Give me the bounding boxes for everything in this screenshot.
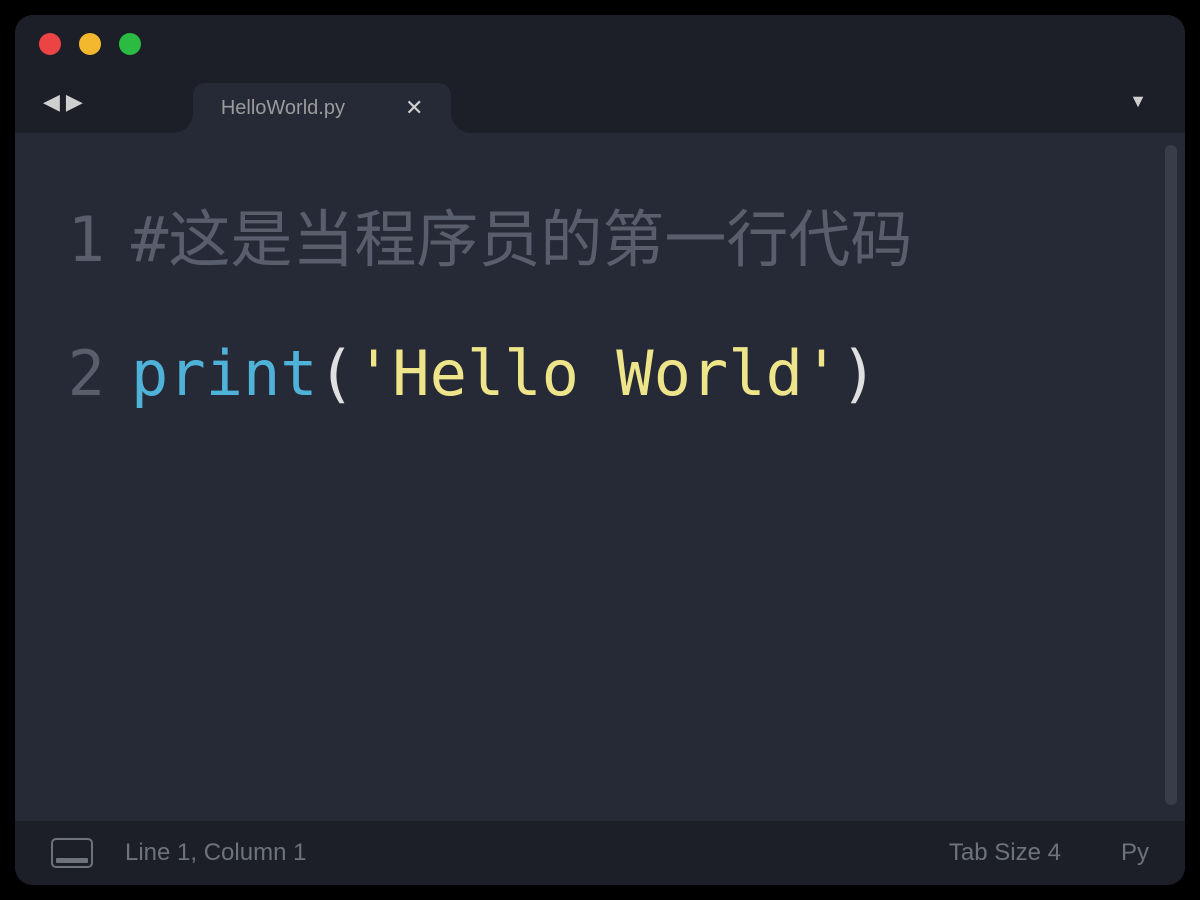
code-content: print('Hello World') bbox=[131, 337, 878, 411]
nav-forward-icon[interactable]: ▶ bbox=[66, 89, 83, 115]
line-number: 1 bbox=[45, 203, 105, 277]
string-token: 'Hello World' bbox=[355, 337, 840, 410]
cursor-position[interactable]: Line 1, Column 1 bbox=[125, 839, 306, 867]
close-window-button[interactable] bbox=[39, 33, 61, 55]
close-tab-icon[interactable]: ✕ bbox=[405, 95, 423, 121]
nav-arrows: ◀ ▶ bbox=[35, 89, 83, 133]
keyword-token: print bbox=[131, 337, 318, 410]
titlebar bbox=[15, 15, 1185, 73]
panel-toggle-icon[interactable] bbox=[51, 838, 93, 868]
code-line: 1 #这是当程序员的第一行代码 bbox=[45, 203, 1155, 277]
tab-size-indicator[interactable]: Tab Size 4 bbox=[949, 839, 1061, 867]
vertical-scrollbar[interactable] bbox=[1165, 145, 1177, 805]
maximize-window-button[interactable] bbox=[119, 33, 141, 55]
nav-back-icon[interactable]: ◀ bbox=[43, 89, 60, 115]
comment-token: #这是当程序员的第一行代码 bbox=[131, 203, 912, 277]
tab-filename: HelloWorld.py bbox=[221, 97, 345, 120]
status-bar: Line 1, Column 1 Tab Size 4 Py bbox=[15, 821, 1185, 885]
code-line: 2 print('Hello World') bbox=[45, 337, 1155, 411]
minimize-window-button[interactable] bbox=[79, 33, 101, 55]
tab-bar: ◀ ▶ HelloWorld.py ✕ ▼ bbox=[15, 73, 1185, 133]
code-editor[interactable]: 1 #这是当程序员的第一行代码 2 print('Hello World') bbox=[15, 133, 1185, 821]
language-indicator[interactable]: Py bbox=[1121, 839, 1149, 867]
paren-token: ( bbox=[318, 337, 355, 410]
line-number: 2 bbox=[45, 337, 105, 411]
tab-overflow-icon[interactable]: ▼ bbox=[1129, 91, 1147, 112]
status-right: Tab Size 4 Py bbox=[949, 839, 1149, 867]
paren-token: ) bbox=[840, 337, 877, 410]
editor-window: ◀ ▶ HelloWorld.py ✕ ▼ 1 #这是当程序员的第一行代码 2 … bbox=[15, 15, 1185, 885]
file-tab[interactable]: HelloWorld.py ✕ bbox=[193, 83, 452, 133]
traffic-lights bbox=[39, 33, 141, 55]
